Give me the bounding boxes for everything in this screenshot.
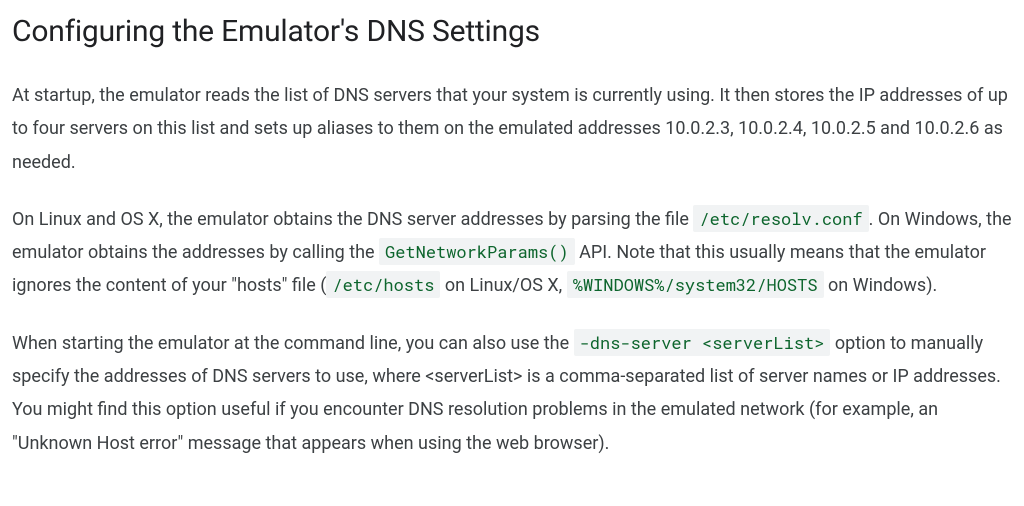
text-segment: When starting the emulator at the comman… (12, 333, 574, 354)
code-dns-server-flag: -dns-server <serverList> (574, 329, 831, 356)
code-etc-hosts: /etc/hosts (326, 271, 440, 298)
text-segment: on Windows). (824, 275, 938, 296)
code-resolv-conf: /etc/resolv.conf (693, 205, 868, 232)
text-segment: on Linux/OS X, (440, 275, 566, 296)
paragraph-platforms: On Linux and OS X, the emulator obtains … (12, 203, 1012, 303)
code-windows-hosts: %WINDOWS%/system32/HOSTS (567, 271, 824, 298)
code-getnetworkparams: GetNetworkParams() (379, 238, 575, 265)
paragraph-intro: At startup, the emulator reads the list … (12, 79, 1012, 179)
section-heading: Configuring the Emulator's DNS Settings (12, 12, 1012, 51)
text-segment: On Linux and OS X, the emulator obtains … (12, 209, 693, 230)
paragraph-dns-server-option: When starting the emulator at the comman… (12, 327, 1012, 460)
